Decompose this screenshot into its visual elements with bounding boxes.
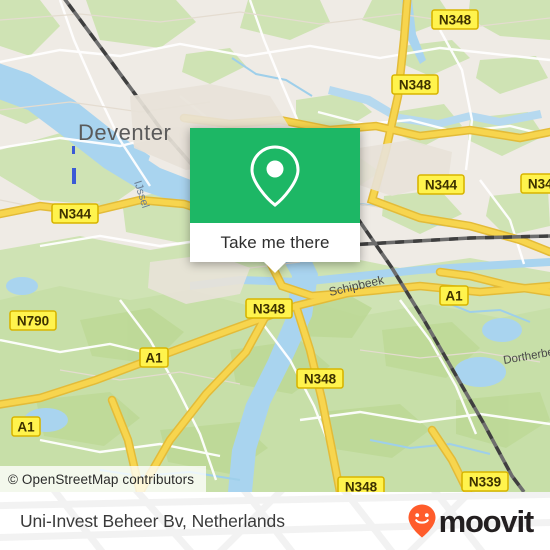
road-shield-n348: N348 [296, 368, 344, 389]
road-shield-n348: N348 [337, 476, 385, 493]
svg-text:A1: A1 [145, 351, 163, 366]
svg-text:N344: N344 [425, 178, 458, 193]
osm-attribution[interactable]: © OpenStreetMap contributors [0, 466, 207, 492]
road-shield-a1: A1 [139, 347, 169, 368]
road-shield-n348: N348 [431, 9, 479, 30]
road-shield-a1: A1 [439, 285, 469, 306]
road-shield-n339: N339 [461, 471, 509, 492]
road-shield-n348: N348 [245, 298, 293, 319]
svg-text:N348: N348 [345, 480, 378, 493]
road-shield-a1: A1 [11, 416, 41, 437]
take-me-there-label: Take me there [220, 232, 330, 252]
road-shield-n348: N348 [391, 74, 439, 95]
svg-text:N339: N339 [469, 475, 501, 490]
map-screenshot: Deventer IJssel Schipbeek Dortherbee N34… [0, 0, 550, 550]
map-label-deventer: Deventer [78, 120, 171, 145]
svg-text:N348: N348 [439, 13, 472, 28]
svg-text:N348: N348 [304, 372, 337, 387]
popup-pointer [264, 262, 286, 273]
road-shield-n344: N344 [417, 174, 465, 195]
popup-icon-area [190, 128, 360, 223]
footer-bar: Uni-Invest Beheer Bv, Netherlands moovit [0, 492, 550, 550]
moovit-logo[interactable]: moovit [407, 492, 535, 550]
page-title: Uni-Invest Beheer Bv, Netherlands [20, 492, 285, 550]
take-me-there-button[interactable]: Take me there [190, 223, 360, 273]
svg-text:N348: N348 [399, 78, 432, 93]
moovit-pin-smile-icon [408, 504, 436, 538]
road-shield-n790: N790 [9, 310, 57, 331]
moovit-wordmark: moovit [438, 503, 535, 539]
svg-text:N790: N790 [17, 314, 49, 329]
map-canvas[interactable]: Deventer IJssel Schipbeek Dortherbee N34… [0, 0, 550, 492]
svg-text:A1: A1 [445, 289, 463, 304]
page-title-text: Uni-Invest Beheer Bv, Netherlands [20, 510, 285, 531]
svg-text:N344: N344 [59, 207, 92, 222]
svg-text:A1: A1 [17, 420, 35, 435]
osm-attribution-text: © OpenStreetMap contributors [8, 471, 195, 487]
location-popup-card[interactable]: Take me there [190, 128, 360, 273]
svg-text:N344: N344 [528, 177, 550, 192]
map-pin-icon [250, 144, 300, 207]
svg-text:N348: N348 [253, 302, 286, 317]
road-shield-n344: N344 [51, 203, 99, 224]
road-shield-n344: N344 [520, 173, 550, 194]
